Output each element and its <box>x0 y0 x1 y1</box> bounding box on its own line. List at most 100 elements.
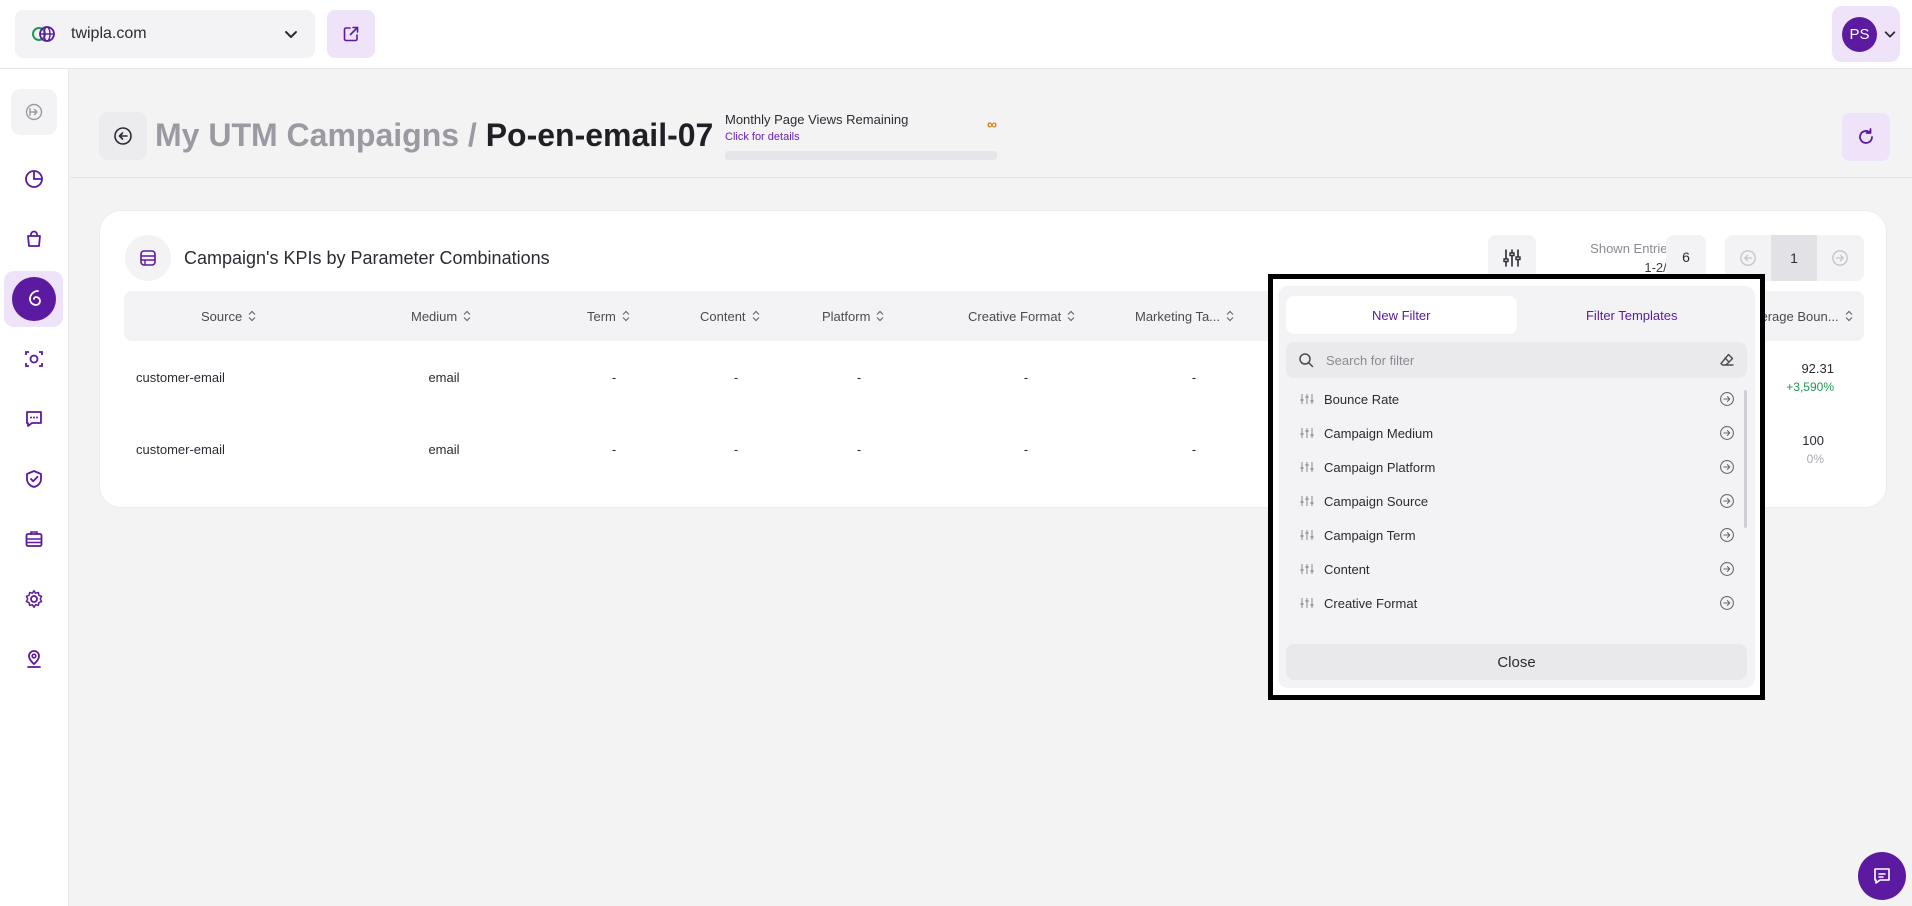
eraser-icon[interactable] <box>1719 352 1735 368</box>
campaign-name: Po-en-email-07 <box>485 117 714 153</box>
sidebar-item-recordings[interactable] <box>4 331 63 387</box>
sidebar <box>0 69 69 906</box>
visitor-recording-icon <box>17 342 51 376</box>
refresh-button[interactable] <box>1842 113 1890 161</box>
drag-handle-icon <box>1300 597 1314 609</box>
column-header-average-bounce[interactable]: verage Boun... <box>1754 291 1853 341</box>
page-number[interactable]: 1 <box>1771 235 1817 281</box>
sidebar-item-campaigns[interactable] <box>4 271 63 327</box>
page-views-quota: Monthly Page Views Remaining Click for d… <box>725 112 997 160</box>
filter-option[interactable]: Campaign Platform <box>1286 450 1747 484</box>
sidebar-item-analytics[interactable] <box>4 151 63 207</box>
cell-medium: email <box>428 441 460 457</box>
sort-icon <box>752 310 760 322</box>
avatar: PS <box>1842 16 1877 52</box>
cell-platform: - <box>856 369 862 385</box>
sidebar-item-locations[interactable] <box>4 631 63 687</box>
drag-handle-icon <box>1300 427 1314 439</box>
cell-medium: email <box>428 369 460 385</box>
search-icon <box>1298 352 1314 368</box>
filter-option-label: Content <box>1324 561 1370 577</box>
column-header-marketing-tactic[interactable]: Marketing Ta... <box>1135 291 1234 341</box>
user-menu-button[interactable]: PS <box>1832 6 1900 62</box>
column-header-medium[interactable]: Medium <box>411 291 471 341</box>
next-page-button[interactable] <box>1817 235 1863 281</box>
chat-icon <box>1872 866 1892 886</box>
tab-filter-templates[interactable]: Filter Templates <box>1517 296 1748 334</box>
sidebar-item-privacy[interactable] <box>4 451 63 507</box>
filter-option[interactable]: Content <box>1286 552 1747 586</box>
filter-option-label: Campaign Source <box>1324 493 1429 509</box>
filter-option[interactable]: Campaign Medium <box>1286 416 1747 450</box>
settings-gear-icon <box>17 582 51 616</box>
drag-handle-icon <box>1300 393 1314 405</box>
filter-option[interactable]: Campaign Source <box>1286 484 1747 518</box>
sidebar-item-feedback[interactable] <box>4 391 63 447</box>
filter-option[interactable]: Creative Format <box>1286 586 1747 620</box>
bounce-value: 100 <box>1802 432 1824 448</box>
website-selector[interactable]: twipla.com <box>15 10 315 58</box>
column-header-content[interactable]: Content <box>700 291 760 341</box>
filter-option-label: Bounce Rate <box>1324 391 1400 407</box>
toolbox-icon <box>17 522 51 556</box>
card-title: Campaign's KPIs by Parameter Combination… <box>184 248 550 268</box>
open-website-button[interactable] <box>327 10 375 58</box>
column-header-platform[interactable]: Platform <box>822 291 884 341</box>
close-button[interactable]: Close <box>1286 644 1747 680</box>
arrow-right-circle-icon <box>1719 493 1735 509</box>
arrow-left-icon <box>1739 249 1757 267</box>
filter-list-scrollbar[interactable] <box>1744 390 1747 528</box>
filter-search-input[interactable] <box>1326 352 1719 368</box>
filter-popover: New Filter Filter Templates Bounce Rate … <box>1268 274 1765 700</box>
filter-option-label: Campaign Platform <box>1324 459 1436 475</box>
shown-entries-value: 1-2/2 <box>1644 260 1674 275</box>
arrow-right-circle-icon <box>1719 595 1735 611</box>
refresh-icon <box>1856 127 1876 147</box>
filter-list: Bounce Rate Campaign Medium Campaign Pla… <box>1286 382 1747 632</box>
cell-marketing-tactic: - <box>1191 369 1197 385</box>
cell-platform: - <box>856 441 862 457</box>
cell-term: - <box>611 369 617 385</box>
chevron-down-icon <box>283 26 299 42</box>
arrow-right-circle-icon <box>1719 527 1735 543</box>
bounce-value: 92.31 <box>1801 360 1834 376</box>
feedback-chat-icon <box>17 402 51 436</box>
quota-details-link[interactable]: Click for details <box>725 131 997 143</box>
cell-creative-format: - <box>1023 441 1029 457</box>
sort-icon <box>1845 310 1853 322</box>
support-chat-button[interactable] <box>1858 852 1906 900</box>
top-bar: twipla.com PS <box>0 0 1912 69</box>
filter-option-label: Creative Format <box>1324 595 1418 611</box>
sidebar-item-ecommerce[interactable] <box>4 211 63 267</box>
filter-option[interactable]: Campaign Term <box>1286 518 1747 552</box>
shown-entries: Shown Entries 1-2/2 <box>1548 241 1674 275</box>
column-header-source[interactable]: Source <box>201 291 256 341</box>
back-button[interactable] <box>99 112 147 160</box>
tab-new-filter[interactable]: New Filter <box>1286 296 1517 334</box>
column-header-creative-format[interactable]: Creative Format <box>968 291 1075 341</box>
sidebar-collapse-button[interactable] <box>4 84 63 140</box>
cell-content: - <box>733 369 739 385</box>
sidebar-item-tools[interactable] <box>4 511 63 567</box>
cell-creative-format: - <box>1023 369 1029 385</box>
sort-icon <box>463 310 471 322</box>
filter-option-label: Campaign Medium <box>1324 425 1434 441</box>
table-icon <box>125 235 171 281</box>
sidebar-item-settings[interactable] <box>4 571 63 627</box>
arrow-left-icon <box>113 126 133 146</box>
breadcrumb[interactable]: My UTM Campaigns / <box>155 117 477 153</box>
column-header-term[interactable]: Term <box>587 291 630 341</box>
drag-handle-icon <box>1300 495 1314 507</box>
sort-icon <box>876 310 884 322</box>
cell-term: - <box>611 441 617 457</box>
analytics-pie-icon <box>17 162 51 196</box>
filter-option[interactable]: Bounce Rate <box>1286 382 1747 416</box>
chevron-down-icon <box>1883 27 1897 41</box>
arrow-right-circle-icon <box>1719 459 1735 475</box>
security-shield-icon <box>17 462 51 496</box>
sort-icon <box>622 310 630 322</box>
arrow-right-circle-icon <box>1719 391 1735 407</box>
collapse-icon <box>10 89 57 135</box>
quota-progress-bar <box>725 151 997 160</box>
cell-source: customer-email <box>136 369 225 385</box>
